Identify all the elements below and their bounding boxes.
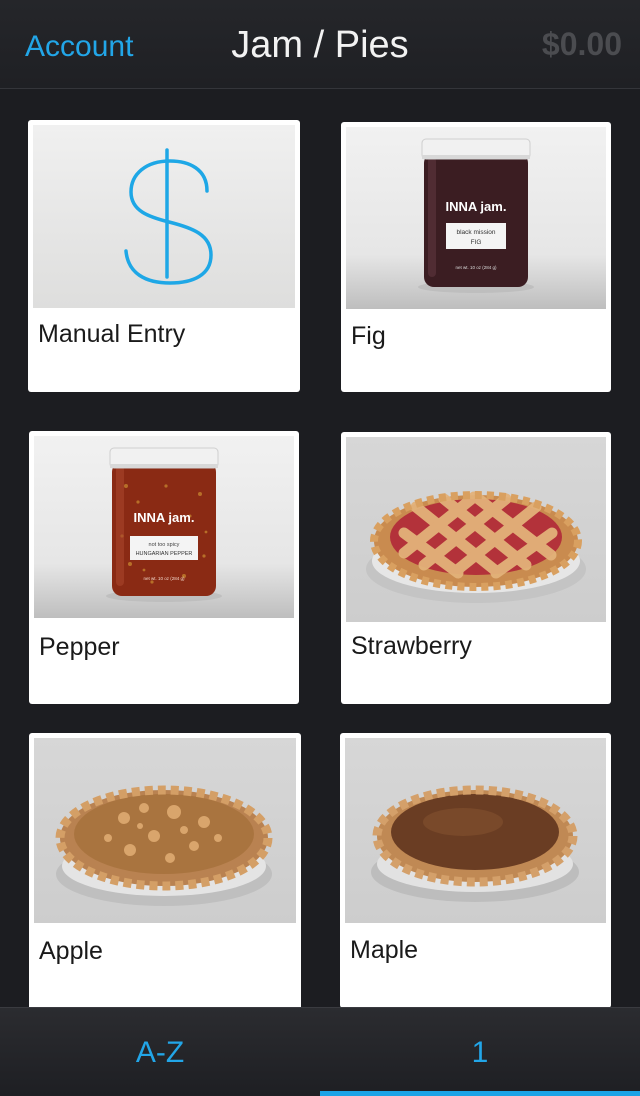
tile-label: Pepper (39, 633, 120, 661)
jar-brand: INNA jam. (446, 199, 507, 214)
cart-total[interactable]: $0.00 (542, 26, 622, 63)
strawberry-pie-image (346, 437, 606, 622)
jar-variety: FIG (471, 239, 482, 246)
item-tile-manual-entry[interactable]: Manual Entry (28, 120, 300, 392)
maple-pie-image (345, 738, 606, 923)
tile-label: Apple (39, 937, 103, 965)
fig-jam-jar-image: INNA jam. black mission FIG net wt. 10 o… (346, 127, 606, 309)
tile-label: Maple (350, 936, 419, 964)
jar-net-weight: net wt. 10 oz (284 g) (143, 576, 185, 581)
item-tile-fig[interactable]: INNA jam. black mission FIG net wt. 10 o… (341, 122, 611, 392)
item-tile-pepper[interactable]: INNA jam. not too spicy HUNGARIAN PEPPER… (29, 431, 299, 704)
item-tile-apple[interactable]: Apple (29, 733, 301, 1013)
bottom-tabbar: A-Z 1 (0, 1007, 640, 1096)
app-screen: Account Jam / Pies $0.00 Manual Entry IN… (0, 0, 640, 1096)
jar-subtitle: black mission (456, 229, 495, 236)
tile-label: Strawberry (351, 632, 472, 660)
top-navbar: Account Jam / Pies $0.00 (0, 0, 640, 89)
tile-label: Fig (351, 322, 386, 350)
jar-variety: HUNGARIAN PEPPER (136, 551, 193, 557)
jar-net-weight: net wt. 10 oz (284 g) (455, 265, 497, 270)
dollar-icon (33, 125, 295, 308)
jar-brand: INNA jam. (134, 510, 195, 525)
item-tile-strawberry[interactable]: Strawberry (341, 432, 611, 704)
tile-label: Manual Entry (38, 320, 186, 348)
apple-pie-image (34, 738, 296, 923)
tab-page-1[interactable]: 1 (320, 1008, 640, 1096)
jar-subtitle: not too spicy (149, 542, 180, 548)
tab-a-z[interactable]: A-Z (0, 1008, 320, 1096)
item-tile-maple[interactable]: Maple (340, 733, 611, 1008)
selected-tab-indicator (320, 1091, 640, 1096)
pepper-jam-jar-image: INNA jam. not too spicy HUNGARIAN PEPPER… (34, 436, 294, 618)
